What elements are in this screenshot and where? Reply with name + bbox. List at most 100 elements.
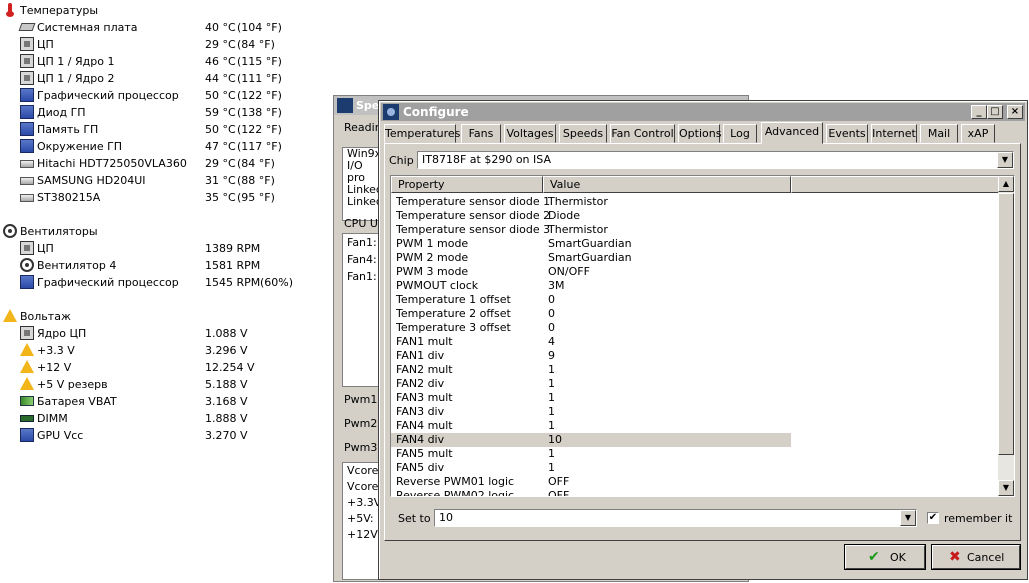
- table-row[interactable]: FAN1 mult 4: [391, 335, 791, 349]
- sensor-label: Ядро ЦП: [37, 327, 87, 340]
- table-row[interactable]: FAN1 div 9: [391, 349, 791, 363]
- minimize-button[interactable]: _: [971, 105, 987, 119]
- scroll-down-icon[interactable]: ▼: [998, 480, 1014, 496]
- sensor-value: 47 °C: [205, 140, 236, 153]
- sensor-extra: (60%): [260, 276, 294, 289]
- cpu-icon: [20, 54, 34, 68]
- table-row[interactable]: FAN2 mult 1: [391, 363, 791, 377]
- value-cell: 1: [548, 405, 555, 418]
- table-row[interactable]: PWM 3 mode ON/OFF: [391, 265, 791, 279]
- tab-fans[interactable]: Fans: [461, 124, 501, 143]
- property-cell: FAN5 mult: [396, 447, 453, 460]
- table-row[interactable]: Temperature 2 offset 0: [391, 307, 791, 321]
- table-row[interactable]: FAN3 mult 1: [391, 391, 791, 405]
- sensor-extra: (84 °F): [237, 157, 275, 170]
- table-row[interactable]: PWM 2 mode SmartGuardian: [391, 251, 791, 265]
- scroll-thumb[interactable]: [998, 193, 1014, 455]
- sensor-tree: Температуры Системная плата 40 °C (104 °F)…: [0, 0, 330, 583]
- warning-icon: [20, 377, 34, 390]
- monitor-icon: [20, 428, 34, 442]
- readings-tab[interactable]: Readin: [344, 121, 382, 134]
- table-row[interactable]: FAN3 div 1: [391, 405, 791, 419]
- column-header-property[interactable]: Property: [391, 176, 543, 193]
- tab-voltages[interactable]: Voltages: [504, 124, 556, 143]
- close-button[interactable]: ×: [1007, 105, 1023, 119]
- set-to-label: Set to: [398, 512, 431, 525]
- sensor-label: ST380215A: [37, 191, 101, 204]
- property-cell: FAN5 div: [396, 461, 445, 474]
- table-row[interactable]: FAN2 div 1: [391, 377, 791, 391]
- tab-mail[interactable]: Mail: [920, 124, 958, 143]
- table-row[interactable]: Temperature sensor diode 2 Diode: [391, 209, 791, 223]
- sensor-label: ЦП 1 / Ядро 1: [37, 55, 115, 68]
- sensor-label: GPU Vcc: [37, 429, 84, 442]
- vertical-scrollbar[interactable]: ▲ ▼: [998, 176, 1014, 496]
- property-cell: PWM 3 mode: [396, 265, 469, 278]
- table-row[interactable]: Reverse PWM02 logic OFF: [391, 489, 791, 496]
- column-header-value[interactable]: Value: [543, 176, 791, 193]
- scroll-up-icon[interactable]: ▲: [998, 176, 1014, 192]
- monitor-icon: [20, 88, 34, 102]
- cancel-button[interactable]: ✖ Cancel: [931, 544, 1021, 570]
- sensor-label: Батарея VBAT: [37, 395, 117, 408]
- table-row[interactable]: FAN5 mult 1: [391, 447, 791, 461]
- table-row[interactable]: Temperature 3 offset 0: [391, 321, 791, 335]
- value-cell: 3M: [548, 279, 565, 292]
- sensor-value: 5.188 V: [205, 378, 248, 391]
- hdd-icon: [20, 177, 34, 185]
- table-row[interactable]: Temperature sensor diode 1 Thermistor: [391, 195, 791, 209]
- pwm-label: Pwm1:: [344, 393, 382, 406]
- tab-speeds[interactable]: Speeds: [559, 124, 607, 143]
- tab-xap[interactable]: xAP: [961, 124, 995, 143]
- title-bar[interactable]: Configure _ □ ×: [381, 103, 1025, 121]
- tab-fan-control[interactable]: Fan Control: [610, 124, 675, 143]
- hdd-icon: [20, 194, 34, 202]
- table-row[interactable]: Temperature 1 offset 0: [391, 293, 791, 307]
- chevron-down-icon[interactable]: ▼: [900, 510, 916, 526]
- tab-internet[interactable]: Internet: [871, 124, 917, 143]
- property-cell: Temperature sensor diode 1: [396, 195, 551, 208]
- value-cell: 1: [548, 363, 555, 376]
- log-line: I/O pro: [347, 159, 365, 184]
- sensor-label: ЦП 1 / Ядро 2: [37, 72, 115, 85]
- tab-temperatures[interactable]: Temperatures: [384, 124, 460, 143]
- sensor-extra: (88 °F): [237, 174, 275, 187]
- ok-button[interactable]: ✔ OK: [844, 544, 926, 570]
- table-row[interactable]: PWM 1 mode SmartGuardian: [391, 237, 791, 251]
- sensor-label: Графический процессор: [37, 89, 179, 102]
- value-cell: 0: [548, 293, 555, 306]
- table-row[interactable]: PWMOUT clock 3M: [391, 279, 791, 293]
- table-row[interactable]: FAN5 div 1: [391, 461, 791, 475]
- value-cell: 1: [548, 461, 555, 474]
- property-cell: FAN2 mult: [396, 363, 453, 376]
- table-row[interactable]: FAN4 div 10: [391, 433, 791, 447]
- property-cell: Temperature sensor diode 2: [396, 209, 551, 222]
- value-cell: Thermistor: [548, 195, 608, 208]
- sensor-label: +12 V: [37, 361, 72, 374]
- tab-log[interactable]: Log: [723, 124, 757, 143]
- table-row[interactable]: Reverse PWM01 logic OFF: [391, 475, 791, 489]
- set-to-select[interactable]: 10 ▼: [434, 509, 917, 527]
- remember-label: remember it: [944, 512, 1013, 525]
- tab-events[interactable]: Events: [826, 124, 868, 143]
- tab-options[interactable]: Options: [678, 124, 721, 143]
- sensor-label: Память ГП: [37, 123, 99, 136]
- tab-advanced[interactable]: Advanced: [761, 122, 823, 144]
- thermometer-icon: [3, 3, 17, 17]
- sensor-value: 29 °C: [205, 157, 236, 170]
- fan-icon: [20, 258, 34, 272]
- table-row[interactable]: FAN4 mult 1: [391, 419, 791, 433]
- remember-checkbox[interactable]: ✔: [927, 512, 939, 524]
- chip-select[interactable]: IT8718F at $290 on ISA ▼: [417, 151, 1014, 169]
- fan-reading: Fan4:: [347, 253, 377, 266]
- hdd-icon: [20, 160, 34, 168]
- sensor-extra: (138 °F): [237, 106, 282, 119]
- chevron-down-icon[interactable]: ▼: [997, 152, 1013, 168]
- sensor-label: Диод ГП: [37, 106, 86, 119]
- table-row[interactable]: Temperature sensor diode 3 Thermistor: [391, 223, 791, 237]
- group-label: Температуры: [20, 4, 99, 17]
- motherboard-icon: [18, 23, 36, 31]
- maximize-button[interactable]: □: [987, 105, 1003, 119]
- app-icon: [337, 98, 353, 113]
- cpu-icon: [20, 37, 34, 51]
